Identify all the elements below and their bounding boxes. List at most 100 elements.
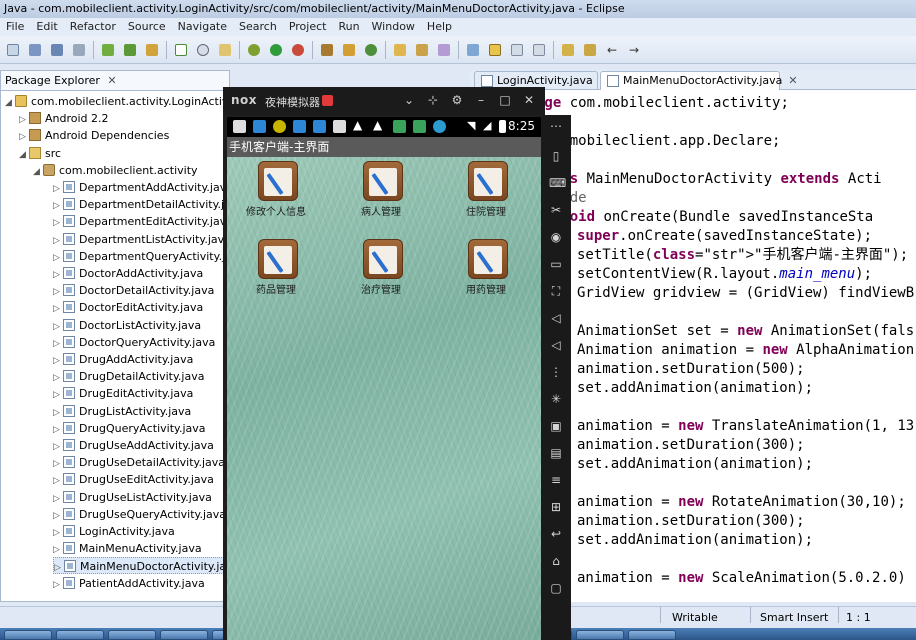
menu-item-help[interactable]: Help (421, 20, 458, 33)
scissors-icon[interactable]: ✂ (549, 203, 563, 217)
recent-apps-icon[interactable]: ▢ (549, 581, 563, 595)
tree-android-deps[interactable]: ▷ Android Dependencies (19, 127, 169, 144)
menu-item-patients[interactable]: 病人管理 (336, 159, 426, 229)
menu-item-drugs[interactable]: 药品管理 (231, 237, 321, 307)
print-icon[interactable] (70, 41, 88, 59)
new-package-icon[interactable] (340, 41, 358, 59)
tree-file[interactable]: ▷ DepartmentAddActivity.java (53, 179, 229, 196)
minimize-icon[interactable]: – (473, 92, 489, 108)
menu-item-window[interactable]: Window (366, 20, 421, 33)
lint-icon[interactable] (143, 41, 161, 59)
home-icon[interactable]: ⌂ (549, 554, 563, 568)
tree-file[interactable]: ▷ DrugQueryActivity.java (53, 420, 206, 437)
forward-icon[interactable]: → (625, 41, 643, 59)
tree-file[interactable]: ▷ MainMenuDoctorActivity.java (53, 557, 229, 575)
prev-annotation-icon[interactable] (581, 41, 599, 59)
back-icon[interactable]: ↩ (549, 527, 563, 541)
menu-item-file[interactable]: File (0, 20, 30, 33)
android-avd-icon[interactable] (121, 41, 139, 59)
menu-icon[interactable]: ≡ (549, 473, 563, 487)
tree-file[interactable]: ▷ DoctorDetailActivity.java (53, 282, 214, 299)
taskbar-item[interactable] (56, 630, 104, 640)
run-icon[interactable] (267, 41, 285, 59)
next-annotation-icon[interactable] (559, 41, 577, 59)
more-icon[interactable]: ⋯ (549, 119, 563, 133)
tree-file[interactable]: ▷ DrugEditActivity.java (53, 385, 193, 402)
tree-file[interactable]: ▷ DepartmentQueryActivity.java (53, 248, 229, 265)
screen-icon[interactable]: ▭ (549, 257, 563, 271)
toggle-breadcrumb-icon[interactable] (464, 41, 482, 59)
new-icon[interactable] (4, 41, 22, 59)
taskbar-item[interactable] (576, 630, 624, 640)
close-icon[interactable]: ✕ (788, 74, 797, 87)
wand-icon[interactable] (318, 41, 336, 59)
tree-file[interactable]: ▷ DrugUseEditActivity.java (53, 471, 214, 488)
show-whitespace-icon[interactable] (508, 41, 526, 59)
taskbar-item[interactable] (628, 630, 676, 640)
menu-item-project[interactable]: Project (283, 20, 333, 33)
shake-icon[interactable]: ⋮ (549, 365, 563, 379)
save-all-icon[interactable] (48, 41, 66, 59)
location-icon[interactable]: ◉ (549, 230, 563, 244)
tree-file[interactable]: ▷ DoctorQueryActivity.java (53, 334, 215, 351)
checkbox-icon[interactable] (172, 41, 190, 59)
menu-item-search[interactable]: Search (233, 20, 283, 33)
multi-window-icon[interactable]: ⊞ (549, 500, 563, 514)
tree-file[interactable]: ▷ DrugUseAddActivity.java (53, 437, 214, 454)
pin-icon[interactable]: ⊹ (425, 92, 441, 108)
chevron-right-icon[interactable]: ▷ (19, 129, 29, 146)
tree-file[interactable]: ▷ DoctorEditActivity.java (53, 299, 203, 316)
package-explorer-tab[interactable]: Package Explorer ✕ (0, 70, 230, 90)
open-task-icon[interactable] (413, 41, 431, 59)
maximize-icon[interactable]: □ (497, 92, 513, 108)
tree-file[interactable]: ▷ DepartmentEditActivity.java (53, 213, 229, 230)
tree-package[interactable]: ◢ com.mobileclient.activity (33, 162, 198, 179)
record-icon[interactable]: ▤ (549, 446, 563, 460)
debug-icon[interactable] (245, 41, 263, 59)
volume-down-icon[interactable]: ◁ (549, 338, 563, 352)
block-selection-icon[interactable] (530, 41, 548, 59)
keyboard-icon[interactable]: ⌨ (549, 176, 566, 190)
mark-occurrences-icon[interactable] (486, 41, 504, 59)
layout-icon[interactable] (216, 41, 234, 59)
chevron-down-icon[interactable]: ◢ (33, 164, 43, 181)
tree-file[interactable]: ▷ LoginActivity.java (53, 523, 175, 540)
chevron-right-icon[interactable]: ▷ (53, 577, 63, 594)
tree-file[interactable]: ▷ DrugUseQueryActivity.java (53, 506, 226, 523)
tab-main-menu-doctor-activity[interactable]: MainMenuDoctorActivity.java ✕ (600, 71, 798, 90)
chevron-down-icon[interactable]: ⌄ (401, 92, 417, 108)
tree-file[interactable]: ▷ DrugUseListActivity.java (53, 489, 212, 506)
menu-item-run[interactable]: Run (332, 20, 365, 33)
tree-file[interactable]: ▷ DepartmentDetailActivity.java (53, 196, 229, 213)
tree-file[interactable]: ▷ DoctorListActivity.java (53, 317, 201, 334)
taskbar-item[interactable] (4, 630, 52, 640)
close-icon[interactable]: ✕ (521, 92, 537, 108)
tree-file[interactable]: ▷ DoctorAddActivity.java (53, 265, 203, 282)
gear-icon[interactable]: ⚙ (449, 92, 465, 108)
tree-file[interactable]: ▷ DrugListActivity.java (53, 403, 191, 420)
menu-item-drug-use[interactable]: 用药管理 (441, 237, 531, 307)
chevron-down-icon[interactable]: ◢ (5, 95, 15, 112)
volume-up-icon[interactable]: ◁ (549, 311, 563, 325)
tree-file[interactable]: ▷ PatientAddActivity.java (53, 575, 205, 592)
menu-item-treatment[interactable]: 治疗管理 (336, 237, 426, 307)
back-icon[interactable]: ← (603, 41, 621, 59)
menu-item-source[interactable]: Source (122, 20, 172, 33)
tree-project[interactable]: ◢ com.mobileclient.activity.LoginActivity (5, 93, 229, 112)
loading-icon[interactable]: ✳ (549, 392, 563, 406)
menu-item-navigate[interactable]: Navigate (172, 20, 233, 33)
close-icon[interactable]: ✕ (107, 74, 116, 87)
fullscreen-icon[interactable]: ⛶ (549, 284, 563, 298)
pencil-icon[interactable] (435, 41, 453, 59)
open-type-icon[interactable] (391, 41, 409, 59)
screenshot-icon[interactable]: ▣ (549, 419, 563, 433)
menu-item-edit[interactable]: Edit (30, 20, 63, 33)
android-sdk-icon[interactable] (99, 41, 117, 59)
menu-item-refactor[interactable]: Refactor (64, 20, 122, 33)
external-tools-icon[interactable] (289, 41, 307, 59)
new-class-icon[interactable] (362, 41, 380, 59)
rotate-icon[interactable]: ▯ (549, 149, 563, 163)
tree-file[interactable]: ▷ DrugUseDetailActivity.java (53, 454, 225, 471)
taskbar-item[interactable] (160, 630, 208, 640)
tree-android-lib[interactable]: ▷ Android 2.2 (19, 110, 109, 127)
